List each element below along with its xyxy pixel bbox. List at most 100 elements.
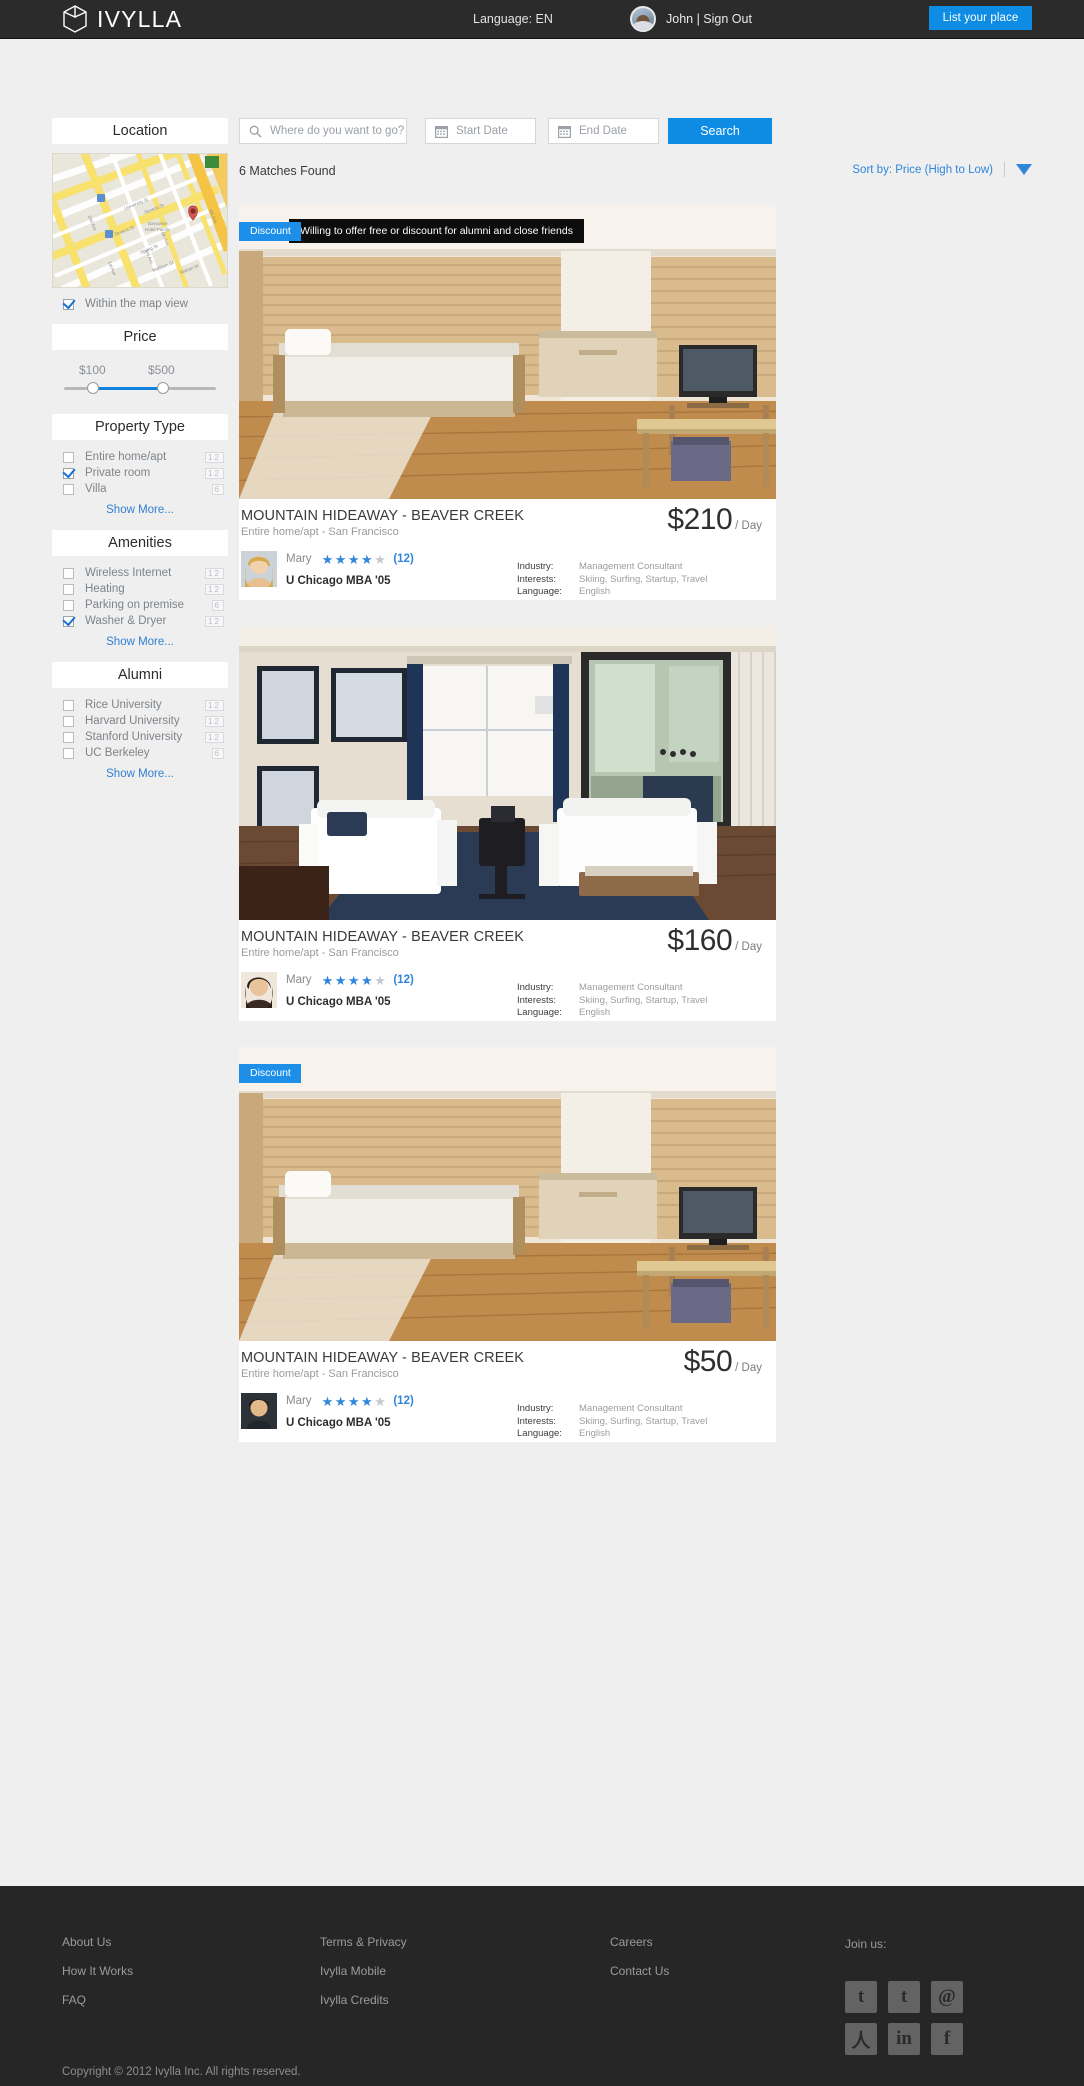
host-avatar[interactable] <box>241 551 277 587</box>
review-count[interactable]: (12) <box>393 553 413 565</box>
listing-photo[interactable] <box>239 1047 776 1341</box>
filter-item-label: Parking on premise <box>85 599 185 611</box>
discount-badge: Discount <box>239 1064 301 1083</box>
property-type-show-more[interactable]: Show More... <box>52 504 228 516</box>
filter-item-label: Stanford University <box>85 731 183 743</box>
filter-item[interactable]: Wireless Internet 12 <box>52 565 228 581</box>
alumni-show-more[interactable]: Show More... <box>52 768 228 780</box>
filter-item-count: 12 <box>205 467 224 479</box>
listing-price: $160/ Day <box>667 924 762 958</box>
filter-checkbox[interactable] <box>63 599 74 611</box>
destination-input[interactable]: Where do you want to go? <box>239 118 407 144</box>
footer-link-ivylla-mobile[interactable]: Ivylla Mobile <box>320 1964 407 1978</box>
filter-item[interactable]: Villa 6 <box>52 481 228 497</box>
filter-checkbox[interactable] <box>63 747 74 759</box>
search-button[interactable]: Search <box>668 118 772 144</box>
calendar-icon <box>558 125 571 138</box>
filter-item[interactable]: Entire home/apt 12 <box>52 449 228 465</box>
host-avatar[interactable] <box>241 972 277 1008</box>
industry-key: Industry: <box>517 1403 554 1414</box>
brand-logo[interactable]: IVYLLA <box>62 5 182 33</box>
user-account-menu[interactable]: John | Sign Out <box>630 6 752 32</box>
tumblr-icon[interactable]: t <box>845 1981 877 2013</box>
language-value: English <box>579 1428 611 1439</box>
filter-item[interactable]: Parking on premise 6 <box>52 597 228 613</box>
filter-checkbox[interactable] <box>63 731 74 743</box>
end-date-input[interactable]: End Date <box>548 118 659 144</box>
chevron-down-icon[interactable] <box>1016 164 1032 175</box>
host-facts: Industry: Interests: Language: Managemen… <box>517 1403 707 1441</box>
price-range-slider[interactable] <box>62 382 218 394</box>
list-your-place-button[interactable]: List your place <box>929 6 1032 30</box>
footer-link-contact-us[interactable]: Contact Us <box>610 1964 669 1978</box>
filter-item[interactable]: UC Berkeley 6 <box>52 745 228 761</box>
linkedin-icon[interactable]: in <box>888 2023 920 2055</box>
filter-checkbox[interactable] <box>63 715 74 727</box>
filter-checkbox[interactable] <box>63 583 74 595</box>
price-slider-min-handle[interactable] <box>87 382 99 394</box>
footer-link-faq[interactable]: FAQ <box>62 1993 133 2007</box>
filter-checkbox[interactable] <box>63 451 74 463</box>
industry-value: Management Consultant <box>579 982 683 993</box>
location-map[interactable]: University St Seneca St Seneca St Spring… <box>52 153 228 288</box>
filter-checkbox[interactable] <box>63 483 74 495</box>
filter-item[interactable]: Stanford University 12 <box>52 729 228 745</box>
language-key: Language: <box>517 1007 562 1018</box>
filter-item-label: Entire home/apt <box>85 451 167 463</box>
listing-card[interactable]: Discount Willing to offer free or discou… <box>239 205 776 600</box>
filter-item-count: 12 <box>205 567 224 579</box>
filter-item[interactable]: Washer & Dryer 12 <box>52 613 228 629</box>
within-map-view-checkbox[interactable] <box>63 298 74 310</box>
filters-sidebar: Location University St Seneca St Seneca … <box>52 118 228 780</box>
filter-item-count: 12 <box>205 615 224 627</box>
filter-checkbox[interactable] <box>63 467 74 479</box>
listing-card[interactable]: MOUNTAIN HIDEAWAY - BEAVER CREEK Entire … <box>239 626 776 1021</box>
copyright-text: Copyright © 2012 Ivylla Inc. All rights … <box>62 2066 301 2078</box>
facebook-icon[interactable]: f <box>931 2023 963 2055</box>
filter-item[interactable]: Private room 12 <box>52 465 228 481</box>
review-count[interactable]: (12) <box>393 1395 413 1407</box>
within-map-view-row[interactable]: Within the map view <box>52 298 228 310</box>
listing-card[interactable]: Discount MOUNTAIN HIDEAWAY - BEAVER CREE… <box>239 1047 776 1442</box>
filter-item[interactable]: Heating 12 <box>52 581 228 597</box>
svg-text:Executive: Executive <box>148 221 168 226</box>
listing-price: $50/ Day <box>684 1345 762 1379</box>
industry-key: Industry: <box>517 561 554 572</box>
footer-link-ivylla-credits[interactable]: Ivylla Credits <box>320 1993 407 2007</box>
price-filter-section: Price $100 $500 <box>52 324 228 400</box>
listing-photo[interactable] <box>239 205 776 499</box>
price-slider-max-handle[interactable] <box>157 382 169 394</box>
footer-link-terms-privacy[interactable]: Terms & Privacy <box>320 1935 407 1949</box>
review-count[interactable]: (12) <box>393 974 413 986</box>
filter-checkbox[interactable] <box>63 699 74 711</box>
industry-key: Industry: <box>517 982 554 993</box>
footer-link-about-us[interactable]: About Us <box>62 1935 133 1949</box>
filter-item[interactable]: Harvard University 12 <box>52 713 228 729</box>
language-key: Language: <box>517 1428 562 1439</box>
twitter-icon[interactable]: t <box>888 1981 920 2013</box>
weibo-icon[interactable]: @ <box>931 1981 963 2013</box>
language-value: English <box>579 1007 611 1018</box>
filter-item[interactable]: Rice University 12 <box>52 697 228 713</box>
listing-body: MOUNTAIN HIDEAWAY - BEAVER CREEK Entire … <box>239 920 776 1021</box>
language-key: Language: <box>517 586 562 597</box>
rating-stars: ★★★★★ <box>321 972 388 988</box>
matches-count: 6 Matches Found <box>239 164 336 178</box>
interests-value: Skiing, Surfing, Startup, Travel <box>579 994 708 1006</box>
footer-link-how-it-works[interactable]: How It Works <box>62 1964 133 1978</box>
start-date-input[interactable]: Start Date <box>425 118 536 144</box>
filter-checkbox[interactable] <box>63 615 74 627</box>
slider-selected-range <box>92 387 162 390</box>
filter-item-count: 12 <box>205 699 224 711</box>
price-panel-title: Price <box>52 324 228 350</box>
language-selector[interactable]: Language: EN <box>473 12 553 26</box>
sort-control[interactable]: Sort by: Price (High to Low) <box>852 162 1032 177</box>
filter-checkbox[interactable] <box>63 567 74 579</box>
listing-photo[interactable] <box>239 626 776 920</box>
host-avatar[interactable] <box>241 1393 277 1429</box>
footer-link-careers[interactable]: Careers <box>610 1935 669 1949</box>
renren-icon[interactable]: 人 <box>845 2023 877 2055</box>
social-row-top: t t @ <box>845 1981 985 2013</box>
amenities-show-more[interactable]: Show More... <box>52 636 228 648</box>
sort-by-link[interactable]: Sort by: Price (High to Low) <box>852 164 993 176</box>
